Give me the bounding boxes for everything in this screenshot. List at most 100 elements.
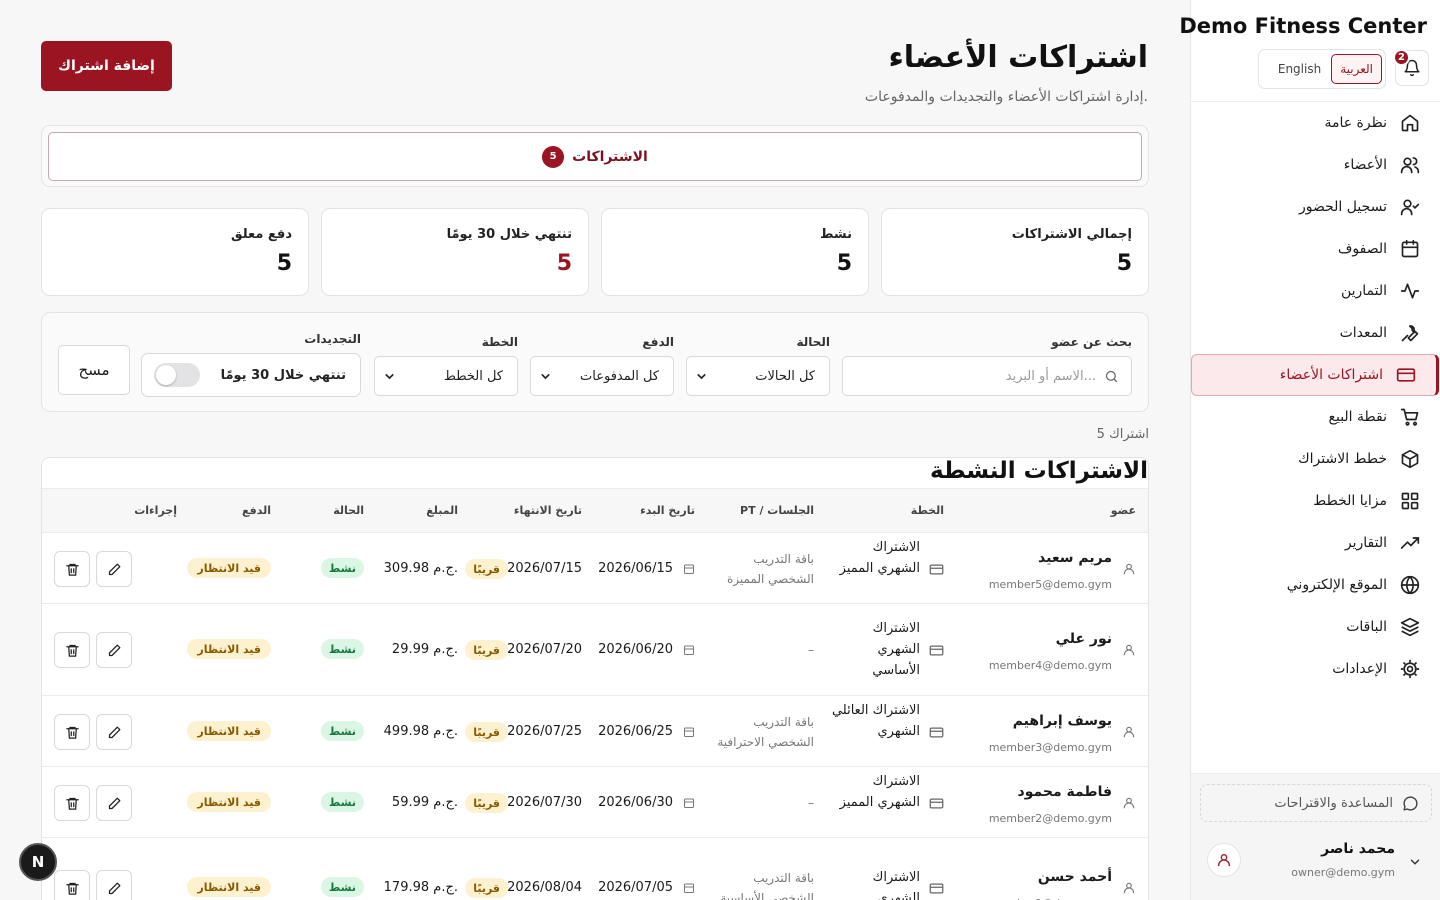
stat-pending-payment: دفع معلق 5 — [41, 208, 309, 296]
edit-button[interactable] — [96, 870, 132, 900]
package-icon — [1399, 448, 1421, 470]
amount: 179.98 ج.م. — [383, 880, 458, 895]
edit-button[interactable] — [96, 785, 132, 821]
delete-button[interactable] — [54, 551, 90, 587]
nav-item-settings[interactable]: الإعدادات — [1191, 648, 1440, 690]
tab-subscriptions[interactable]: الاشتراكات 5 — [48, 132, 1142, 181]
lang-english-option[interactable]: English — [1270, 54, 1329, 84]
payment-badge: قيد الانتظار — [187, 721, 271, 741]
clear-filters-button[interactable]: مسح — [58, 345, 130, 395]
globe-icon — [1399, 574, 1421, 596]
trash-icon — [65, 563, 79, 576]
credit-card-icon — [1395, 364, 1417, 386]
nav-item-attendance[interactable]: تسجيل الحضور — [1191, 186, 1440, 228]
nav-label: الإعدادات — [1332, 661, 1387, 677]
expiring-soon-badge: قريبًا — [465, 559, 508, 579]
payment-select-value: كل المدفوعات — [580, 368, 659, 384]
dev-tools-badge[interactable]: N — [19, 843, 57, 881]
payment-select[interactable]: كل المدفوعات — [530, 356, 674, 396]
member-name[interactable]: يوسف إبراهيم — [1013, 713, 1112, 729]
tab-label: الاشتراكات — [572, 148, 648, 165]
edit-button[interactable] — [96, 632, 132, 668]
toggle-switch[interactable] — [154, 363, 200, 387]
nav-item-overview[interactable]: نظرة عامة — [1191, 102, 1440, 144]
user-avatar[interactable] — [1207, 843, 1241, 877]
add-subscription-button[interactable]: إضافة اشتراك — [41, 41, 172, 91]
expiring-soon-badge: قريبًا — [465, 640, 508, 660]
payment-badge: قيد الانتظار — [187, 877, 271, 897]
user-icon — [1122, 796, 1136, 814]
sidebar-footer: المساعدة والاقتراحات محمد ناصر owner@dem… — [1191, 773, 1440, 900]
nav-item-classes[interactable]: الصفوف — [1191, 228, 1440, 270]
status-select-value: كل الحالات — [755, 368, 815, 384]
trash-icon — [65, 797, 79, 810]
delete-button[interactable] — [54, 870, 90, 900]
amount: 29.99 ج.م. — [391, 642, 458, 657]
settings-icon — [1399, 658, 1421, 680]
stat-label: نشط — [819, 227, 852, 242]
plan-select[interactable]: كل الخطط — [374, 356, 518, 396]
status-select[interactable]: كل الحالات — [686, 356, 830, 396]
nav-item-plan-features[interactable]: مزايا الخطط — [1191, 480, 1440, 522]
home-icon — [1399, 112, 1421, 134]
user-icon — [1122, 643, 1136, 661]
nav-item-member-subscriptions[interactable]: اشتراكات الأعضاء — [1191, 354, 1439, 396]
credit-card-icon — [929, 797, 944, 814]
member-name[interactable]: مريم سعيد — [1038, 550, 1112, 566]
nav-item-workouts[interactable]: التمارين — [1191, 270, 1440, 312]
nav-item-website[interactable]: الموقع الإلكتروني — [1191, 564, 1440, 606]
status-badge: نشط — [320, 877, 364, 897]
column-header: تاريخ الانتهاء — [513, 504, 582, 517]
stat-label: إجمالي الاشتراكات — [1011, 227, 1132, 242]
nav-label: المعدات — [1339, 325, 1387, 341]
delete-button[interactable] — [54, 632, 90, 668]
member-name[interactable]: فاطمة محمود — [1018, 784, 1112, 800]
stat-label: دفع معلق — [230, 227, 292, 242]
nav-item-members[interactable]: الأعضاء — [1191, 144, 1440, 186]
nav-item-equipment[interactable]: المعدات — [1191, 312, 1440, 354]
amount: 309.98 ج.م. — [383, 561, 458, 576]
nav-label: التمارين — [1340, 283, 1387, 299]
stat-value: 5 — [1116, 251, 1132, 276]
expiring-toggle[interactable]: تنتهي خلال 30 يومًا — [141, 353, 361, 397]
table-row: فاطمة محمود member2@demo.gym الاشتراك الشه… — [42, 767, 1148, 838]
column-header: الحالة — [333, 504, 364, 517]
edit-button[interactable] — [96, 551, 132, 587]
member-search-input[interactable]: الاسم أو البريد... — [842, 356, 1132, 396]
status-badge: نشط — [320, 558, 364, 578]
credit-card-icon — [929, 563, 944, 580]
nav-item-pos[interactable]: نقطة البيع — [1191, 396, 1440, 438]
calendar-icon — [683, 797, 695, 813]
column-header: الدفع — [242, 504, 271, 517]
chevron-down-icon[interactable] — [1408, 854, 1422, 873]
user-icon — [1122, 881, 1136, 899]
nav-label: خطط الاشتراك — [1298, 451, 1387, 467]
member-name[interactable]: نور علي — [1056, 631, 1112, 647]
plan-name: الاشتراك الشهري الأساسي — [872, 621, 920, 678]
nav-item-reports[interactable]: التقارير — [1191, 522, 1440, 564]
credit-card-icon — [929, 644, 944, 661]
member-email: member4@demo.gym — [988, 659, 1112, 672]
stat-value: 5 — [276, 251, 292, 276]
delete-button[interactable] — [54, 785, 90, 821]
member-email: member5@demo.gym — [988, 578, 1112, 591]
nav-item-packages[interactable]: الباقات — [1191, 606, 1440, 648]
member-email: member3@demo.gym — [988, 741, 1112, 754]
nav-label: نظرة عامة — [1324, 115, 1387, 131]
notifications-button[interactable]: 2 — [1393, 49, 1429, 86]
nav-label: اشتراكات الأعضاء — [1279, 367, 1383, 383]
expiring-soon-badge: قريبًا — [465, 793, 508, 813]
nav-label: مزايا الخطط — [1313, 493, 1387, 509]
delete-button[interactable] — [54, 714, 90, 750]
member-name[interactable]: أحمد حسن — [1038, 869, 1112, 885]
calendar-icon — [683, 563, 695, 579]
nav-label: الموقع الإلكتروني — [1286, 577, 1387, 593]
edit-button[interactable] — [96, 714, 132, 750]
lang-arabic-option[interactable]: العربية — [1331, 54, 1382, 84]
nav-item-plans[interactable]: خطط الاشتراك — [1191, 438, 1440, 480]
nav-label: الباقات — [1346, 619, 1387, 635]
help-feedback-button[interactable]: المساعدة والاقتراحات — [1200, 784, 1432, 822]
plan-name: الاشتراك الشهري المميز — [839, 540, 920, 576]
nav-label: الصفوف — [1337, 241, 1387, 257]
member-name-text: يوسف إبراهيم — [1012, 713, 1112, 729]
